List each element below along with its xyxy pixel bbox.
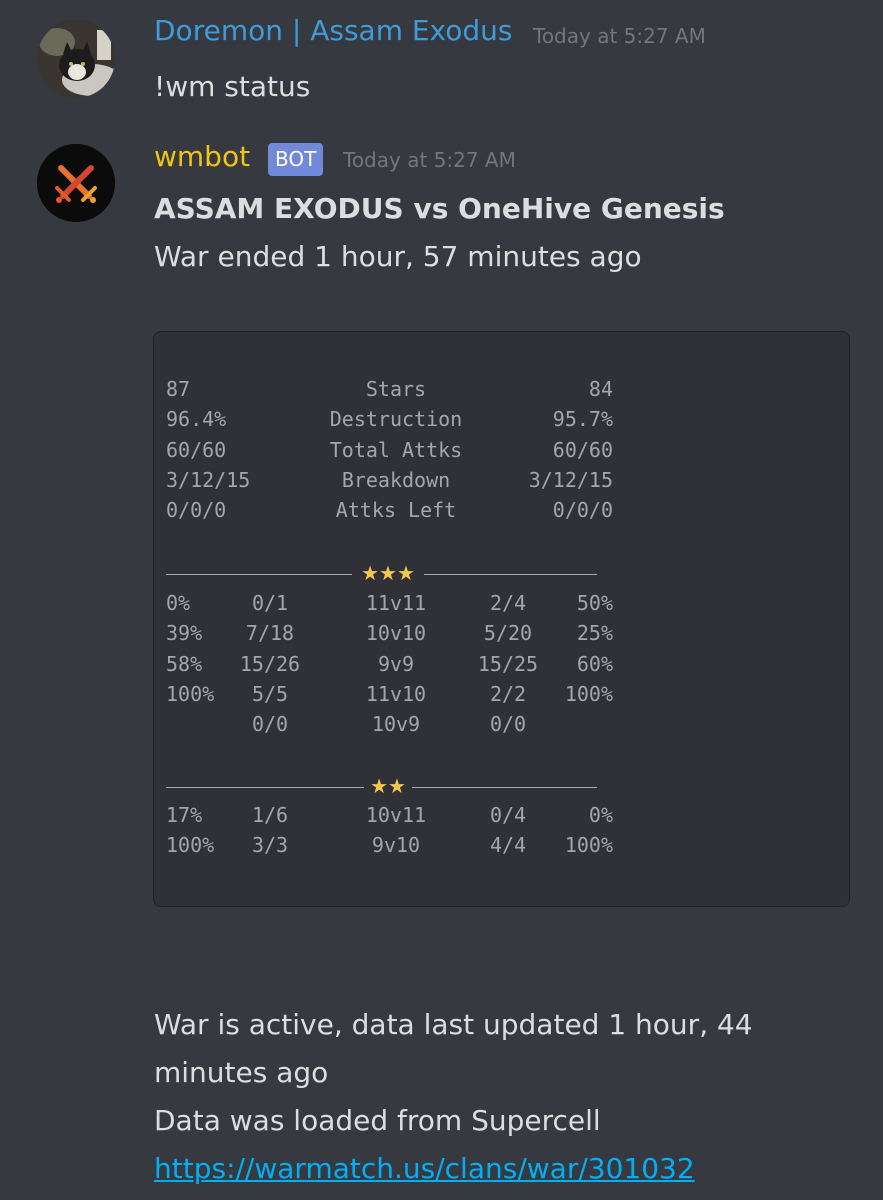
row-right-fraction: 0/0 [489, 712, 527, 737]
section-divider-left [166, 787, 364, 788]
war-title: ASSAM EXODUS vs OneHive Genesis [154, 192, 725, 225]
summary-right-value: 84 [588, 377, 613, 401]
row-right-percent: 100% [564, 833, 613, 858]
message-timestamp: Today at 5:27 AM [533, 24, 706, 48]
row-right-percent: 0% [588, 803, 613, 827]
row-right-percent: 60% [576, 651, 613, 676]
user-avatar[interactable] [37, 20, 115, 98]
stars-section-header: ★★ [370, 774, 406, 798]
row-right-percent: 25% [576, 621, 613, 646]
stars-section-header: ★★★ [361, 561, 415, 585]
summary-right-value: 60/60 [552, 437, 613, 462]
section-divider-left [166, 574, 352, 575]
war-ended-text: War ended 1 hour, 57 minutes ago [154, 240, 642, 273]
row-right-percent: 100% [564, 681, 613, 706]
status-line-1: War is active, data last updated 1 hour,… [154, 1008, 753, 1041]
bot-message-timestamp: Today at 5:27 AM [343, 148, 516, 172]
message-text: !wm status [154, 70, 311, 103]
summary-right-value: 0/0/0 [552, 498, 613, 523]
summary-right-value: 3/12/15 [528, 467, 613, 492]
bot-badge: BOT [268, 143, 324, 176]
message-author-name[interactable]: Doremon | Assam Exodus [154, 14, 513, 47]
section-divider-right [424, 574, 597, 575]
data-source-text: Data was loaded from Supercell [154, 1104, 601, 1137]
summary-left-value: 87 [166, 377, 191, 401]
crossed-swords-icon [37, 144, 115, 222]
war-link[interactable]: https://warmatch.us/clans/war/301032 [154, 1152, 695, 1185]
bot-author-name[interactable]: wmbot [154, 140, 250, 173]
cat-avatar-image [37, 20, 115, 98]
section-divider-right [412, 787, 597, 788]
status-line-2: minutes ago [154, 1056, 329, 1089]
summary-right-value: 95.7% [552, 407, 613, 432]
bot-avatar[interactable] [37, 144, 115, 222]
row-right-percent: 50% [576, 591, 613, 615]
